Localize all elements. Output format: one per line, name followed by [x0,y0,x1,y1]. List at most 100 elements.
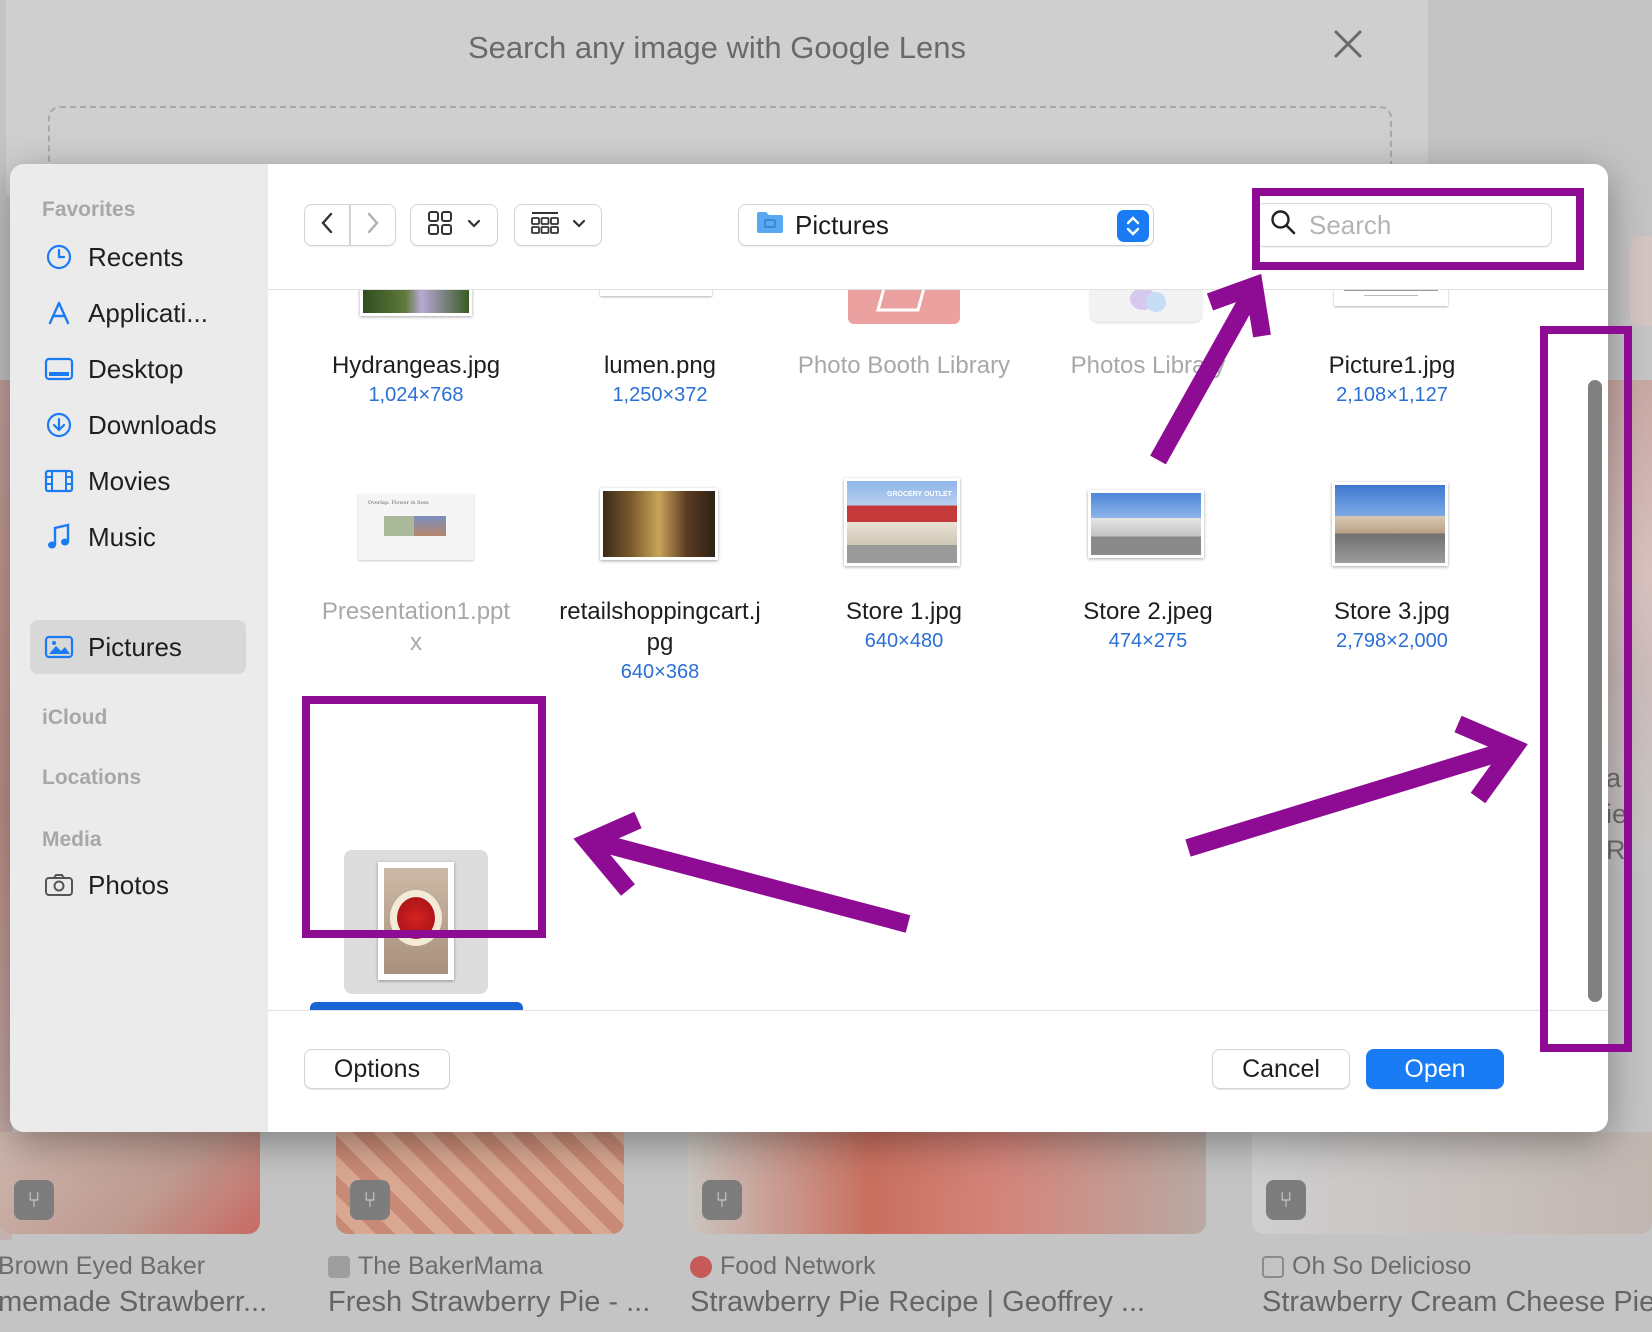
file-item-photo-booth-library[interactable]: Photo Booth Library [782,350,1026,381]
current-folder-label: Pictures [795,209,889,240]
result-title[interactable]: memade Strawberr... [0,1286,267,1319]
file-dimensions: 640×480 [864,630,944,652]
sidebar-item-desktop[interactable]: Desktop [30,342,246,396]
group-grid-icon [530,210,560,241]
lumen-thumbnail[interactable] [600,290,712,296]
sidebar-item-label: Photos [88,869,169,900]
file-name: Store 3.jpg [1333,598,1451,625]
photo-booth-icon[interactable] [848,290,960,324]
options-button[interactable]: Options [304,1049,450,1089]
folder-location-popup[interactable]: Pictures [738,204,1154,246]
sidebar-item-downloads[interactable]: Downloads [30,398,246,452]
sidebar-heading-icloud[interactable]: iCloud [42,706,107,730]
cancel-button[interactable]: Cancel [1212,1049,1350,1089]
presentation-thumbnail[interactable]: Overlap: Flower in Item [358,494,474,560]
file-name: Store 2.jpeg [1083,598,1213,625]
file-item-photos-library[interactable]: Photos Library [1026,350,1270,381]
file-name: Presentation1.pptx [321,598,511,656]
back-button[interactable] [304,204,350,246]
picture1-thumbnail[interactable] [1334,290,1448,306]
result-source-label: Food Network [720,1252,876,1280]
open-file-dialog: Favorites Recents Applicati... Desktop D… [10,164,1608,1132]
group-view-button[interactable] [514,204,602,246]
file-item-store3[interactable]: Store 3.jpg 2,798×2,000 [1270,596,1514,655]
photos-library-icon[interactable] [1090,290,1202,322]
file-dimensions: 474×275 [1108,630,1188,652]
icon-view-button[interactable] [410,204,498,246]
sidebar-heading-favorites: Favorites [42,198,136,221]
result-source[interactable]: Food Network [690,1252,876,1281]
updown-chevron-icon [1117,210,1149,242]
file-name: Photo Booth Library [797,352,1011,379]
file-item-hydrangeas[interactable]: Hydrangeas.jpg 1,024×768 [294,350,538,409]
file-name: retailshoppingcart.jpg [559,598,761,656]
result-source[interactable]: Oh So Delicioso [1262,1252,1471,1281]
sidebar-item-photos[interactable]: Photos [30,858,246,912]
result-title[interactable]: Strawberry Pie Recipe | Geoffrey ... [690,1286,1145,1319]
file-item-store2[interactable]: Store 2.jpeg 474×275 [1026,596,1270,655]
forward-button[interactable] [350,204,396,246]
annotation-box-selected-file [302,696,546,938]
result-source[interactable]: The BakerMama [328,1252,543,1281]
file-dimensions: 2,108×1,127 [1336,384,1448,406]
chevron-down-icon [572,216,586,234]
file-name: Picture1.jpg [1328,352,1456,379]
open-button[interactable]: Open [1366,1049,1504,1089]
file-item-picture1[interactable]: Picture1.jpg 2,108×1,127 [1270,350,1514,409]
selected-file-name[interactable]: strawberry pie.jpg [310,1002,524,1010]
result-title[interactable]: Fresh Strawberry Pie - ... [328,1286,650,1319]
background-result-thumbnail [1630,236,1652,326]
favicon-icon [1262,1255,1284,1278]
file-name: lumen.png [603,352,717,379]
result-image[interactable]: ⑂ [0,1132,260,1234]
sidebar-heading-media: Media [42,828,102,851]
file-item-lumen[interactable]: lumen.png 1,250×372 [538,350,782,409]
dialog-footer: Options Cancel Open [268,1010,1608,1132]
sidebar-item-label: Downloads [88,409,217,440]
lens-title: Search any image with Google Lens [467,30,966,65]
sidebar-item-music[interactable]: Music [30,510,246,564]
recipe-icon: ⑂ [14,1180,54,1220]
sidebar-heading-locations[interactable]: Locations [42,766,141,790]
close-icon[interactable] [1328,24,1368,64]
music-note-icon [44,522,74,552]
file-item-retailshoppingcart[interactable]: retailshoppingcart.jpg 640×368 [538,596,782,686]
recipe-icon: ⑂ [350,1180,390,1220]
favicon-icon [328,1255,350,1278]
result-image[interactable]: ⑂ [1252,1132,1652,1234]
retail-cart-thumbnail[interactable] [600,488,718,560]
sidebar-item-label: Music [88,521,156,552]
download-icon [44,410,74,440]
file-name: Photos Library [1070,352,1226,379]
chevron-right-icon [365,211,381,240]
store1-thumbnail[interactable]: GROCERY OUTLET [844,478,960,566]
sidebar-item-label: Desktop [88,353,184,384]
thumbnail-text: Overlap: Flower in Item [368,500,429,506]
file-name: Hydrangeas.jpg [331,352,501,379]
file-item-store1[interactable]: Store 1.jpg 640×480 [782,596,1026,655]
file-name: Store 1.jpg [845,598,963,625]
result-image[interactable]: ⑂ [336,1132,624,1234]
folder-icon [755,209,785,242]
result-image[interactable]: ⑂ [688,1132,1206,1234]
hydrangeas-thumbnail[interactable] [360,290,472,316]
file-item-presentation1[interactable]: Presentation1.pptx [294,596,538,658]
annotation-box-search [1252,188,1584,270]
favicon-icon [690,1255,712,1278]
result-title[interactable]: Strawberry Cream Cheese Pie ... [1262,1286,1652,1319]
desktop-icon [44,354,74,384]
sidebar-item-applications[interactable]: Applicati... [30,286,246,340]
applications-icon [44,298,74,328]
store2-thumbnail[interactable] [1088,490,1204,558]
sidebar-item-movies[interactable]: Movies [30,454,246,508]
sidebar-item-recents[interactable]: Recents [30,230,246,284]
sidebar-item-label: Movies [88,465,171,496]
film-icon [44,466,74,496]
sidebar-item-pictures[interactable]: Pictures [30,620,246,674]
sidebar: Favorites Recents Applicati... Desktop D… [10,164,268,1132]
file-dimensions: 2,798×2,000 [1336,630,1448,652]
result-source[interactable]: Brown Eyed Baker [0,1252,205,1281]
clock-icon [44,242,74,272]
sidebar-item-label: Applicati... [88,297,208,328]
store3-thumbnail[interactable] [1332,482,1448,566]
